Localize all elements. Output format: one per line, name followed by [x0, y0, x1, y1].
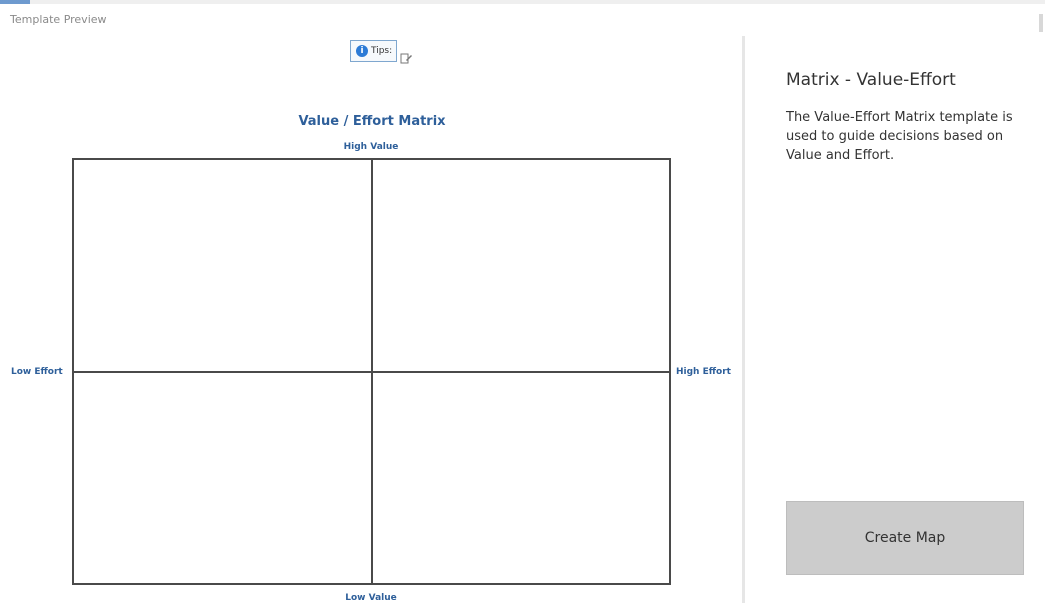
top-strip — [0, 0, 1045, 4]
label-high-effort: High Effort — [676, 367, 731, 377]
template-name: Matrix - Value-Effort — [786, 70, 956, 90]
matrix-grid — [72, 158, 671, 585]
edit-icon[interactable] — [400, 52, 412, 64]
label-high-value: High Value — [343, 142, 399, 152]
matrix-horizontal-divider — [74, 371, 669, 373]
template-description: The Value-Effort Matrix template is used… — [786, 110, 1013, 163]
tips-button[interactable]: i Tips: — [350, 40, 397, 62]
matrix-title: Value / Effort Matrix — [298, 114, 446, 129]
scrollbar[interactable] — [1039, 14, 1043, 32]
label-low-effort: Low Effort — [11, 367, 63, 377]
tips-label: Tips: — [371, 46, 393, 56]
label-low-value: Low Value — [345, 593, 397, 603]
create-map-button[interactable]: Create Map — [786, 501, 1024, 575]
info-icon: i — [356, 45, 368, 57]
panel-divider — [742, 36, 745, 603]
window-title: Template Preview — [10, 13, 107, 26]
